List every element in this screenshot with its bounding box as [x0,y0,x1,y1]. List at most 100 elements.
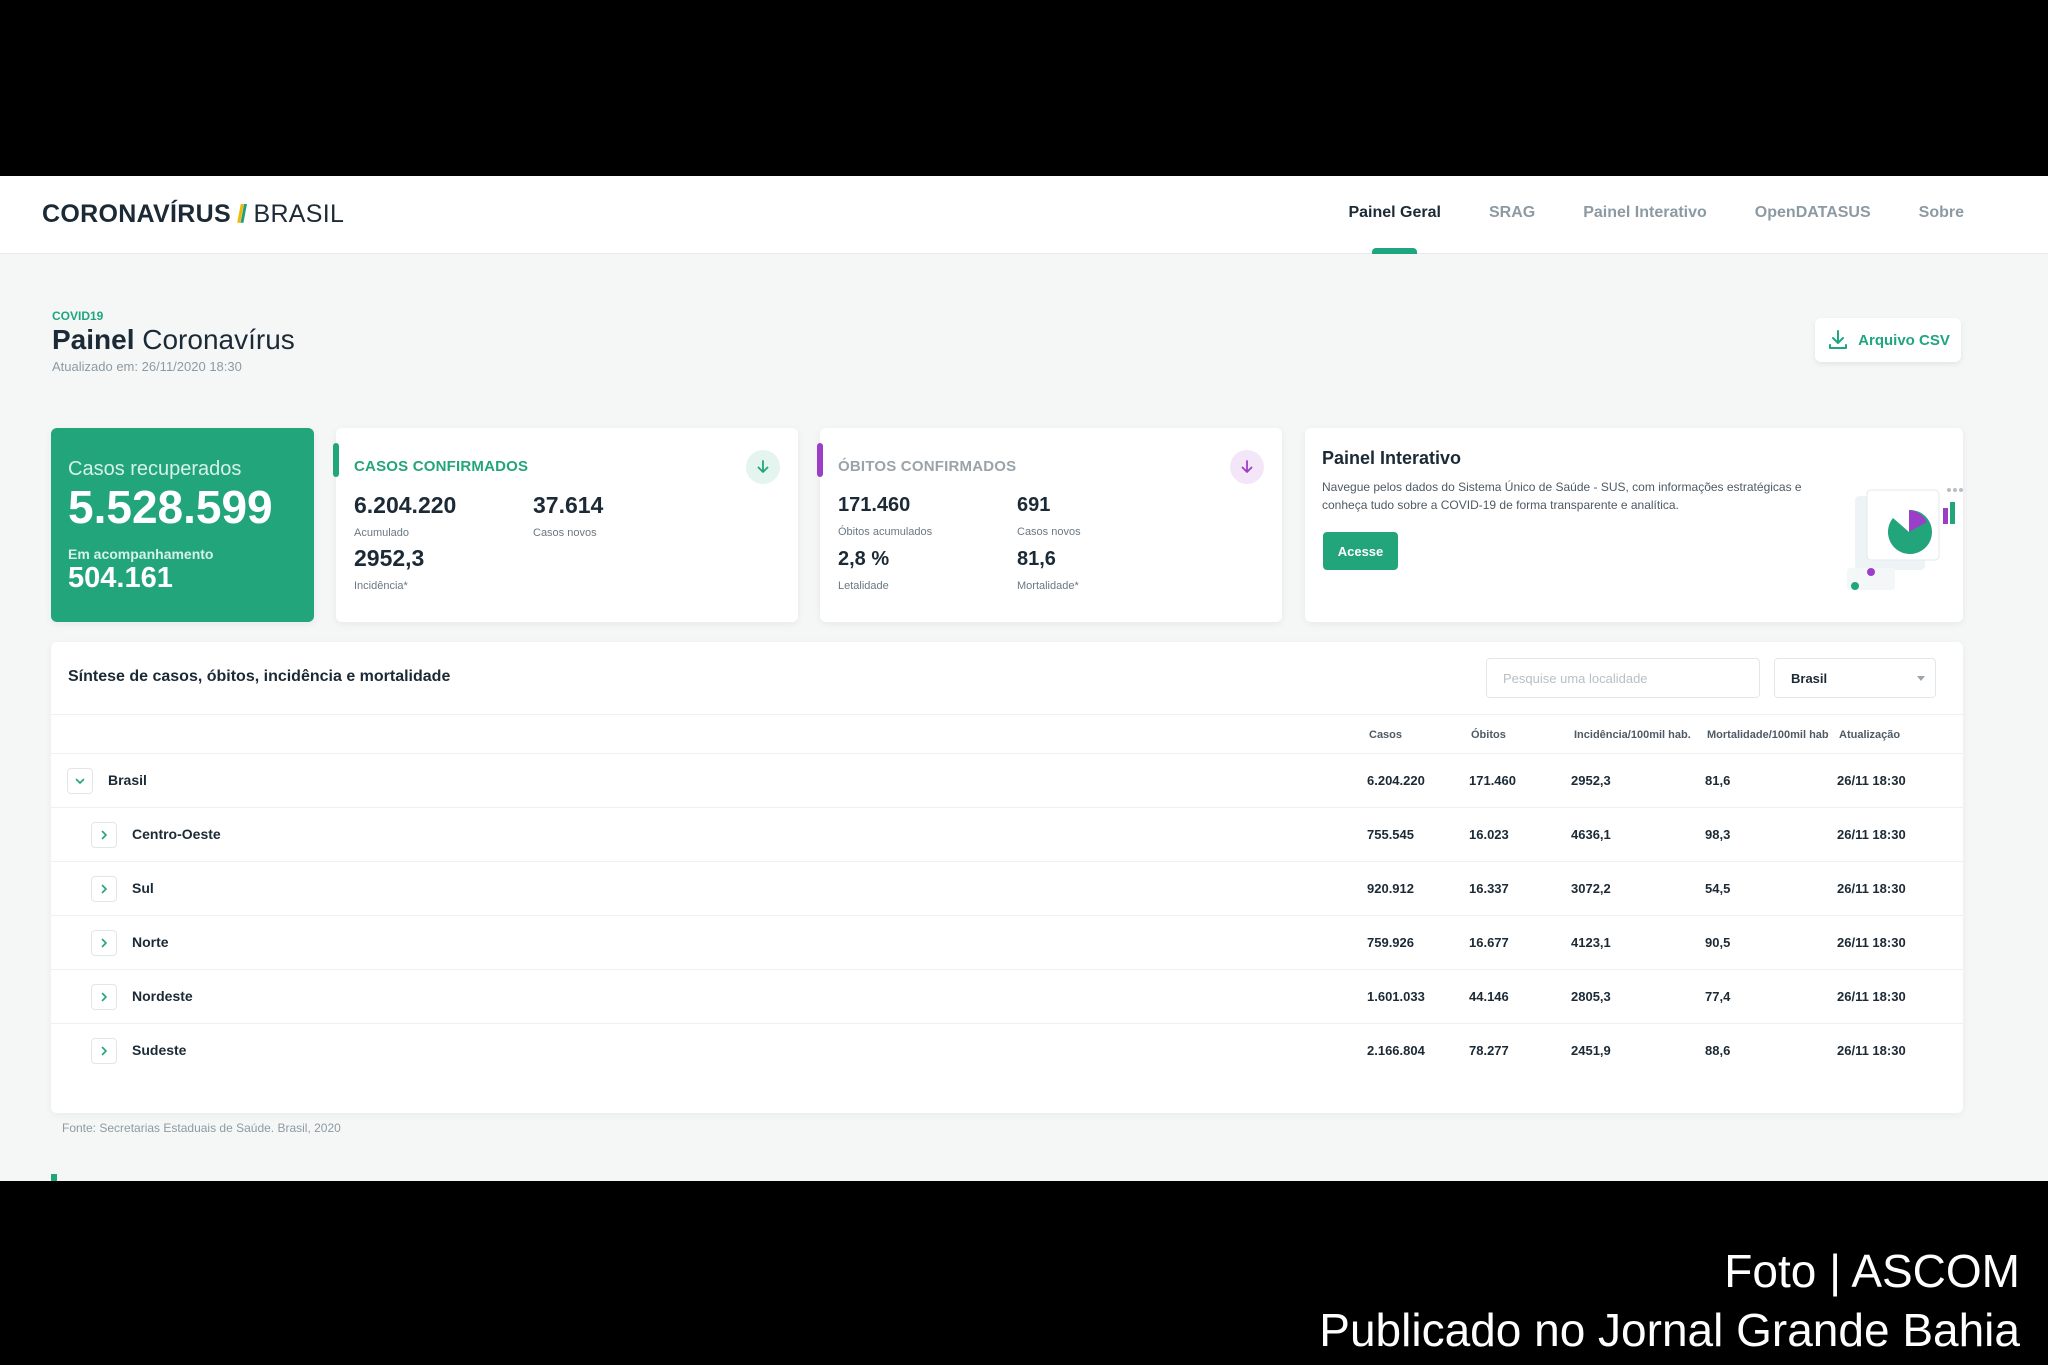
cell-mortalidade: 98,3 [1705,827,1731,842]
cell-mortalidade: 81,6 [1705,773,1731,788]
synthesis-panel: Síntese de casos, óbitos, incidência e m… [51,642,1963,1113]
lethality-value: 2,8 % [838,548,890,570]
photo-frame: CORONAVÍRUS//BRASIL Painel Geral SRAG Pa… [0,0,2048,1365]
csv-button-label: Arquivo CSV [1858,331,1950,349]
access-button[interactable]: Acesse [1323,532,1398,570]
cell-atualizacao: 26/11 18:30 [1837,773,1906,788]
expand-toggle[interactable] [91,930,117,956]
card-accent-bar [333,443,339,477]
table-row[interactable]: Norte 759.926 16.677 4123,1 90,5 26/11 1… [51,916,1963,970]
nav-painel-interativo[interactable]: Painel Interativo [1583,204,1707,254]
table-row[interactable]: Brasil 6.204.220 171.460 2952,3 81,6 26/… [51,754,1963,808]
expand-toggle[interactable] [91,822,117,848]
deaths-accumulated-value: 171.460 [838,494,911,516]
brand-slash-green: / [240,200,248,228]
nav-srag[interactable]: SRAG [1489,204,1535,254]
cell-mortalidade: 77,4 [1705,989,1731,1004]
location-search-input[interactable] [1486,658,1760,698]
cell-casos: 759.926 [1367,935,1414,950]
expand-toggle[interactable] [91,984,117,1010]
cell-incidencia: 4123,1 [1571,935,1611,950]
table-row[interactable]: Centro-Oeste 755.545 16.023 4636,1 98,3 … [51,808,1963,862]
cell-casos: 2.166.804 [1367,1043,1425,1058]
main-nav: Painel Geral SRAG Painel Interativo Open… [1348,204,1964,254]
deaths-card-title: ÓBITOS CONFIRMADOS [838,458,1017,475]
cell-incidencia: 2952,3 [1571,773,1611,788]
recovered-value: 5.528.599 [68,481,273,533]
confirmed-cases-card: CASOS CONFIRMADOS 6.204.220 Acumulado 37… [333,428,798,622]
expand-toggle[interactable] [91,876,117,902]
cell-incidencia: 3072,2 [1571,881,1611,896]
follow-up-label: Em acompanhamento [68,546,214,562]
chevron-down-icon [75,778,85,784]
deaths-accumulated-label: Óbitos acumulados [838,526,933,538]
interactive-description: Navegue pelos dados do Sistema Único de … [1322,480,1802,512]
chevron-right-icon [101,938,107,948]
publication-credit: Publicado no Jornal Grande Bahia [1319,1304,2020,1356]
nav-painel-geral[interactable]: Painel Geral [1348,204,1441,254]
recovered-label: Casos recuperados [68,458,242,480]
incidence-value: 2952,3 [354,545,425,571]
synthesis-title: Síntese de casos, óbitos, incidência e m… [68,668,451,685]
brand-logo[interactable]: CORONAVÍRUS//BRASIL [42,200,344,229]
csv-download-button[interactable]: Arquivo CSV [1815,318,1961,362]
deaths-download-button[interactable] [1230,450,1264,484]
download-icon [1829,330,1848,349]
chevron-right-icon [101,992,107,1002]
table-row[interactable]: Sudeste 2.166.804 78.277 2451,9 88,6 26/… [51,1024,1963,1078]
cell-incidencia: 2451,9 [1571,1043,1611,1058]
table-row[interactable]: Sul 920.912 16.337 3072,2 54,5 26/11 18:… [51,862,1963,916]
card-accent-bar [817,443,823,477]
cell-mortalidade: 90,5 [1705,935,1731,950]
nav-sobre[interactable]: Sobre [1919,204,1964,254]
browser-screen: CORONAVÍRUS//BRASIL Painel Geral SRAG Pa… [0,176,2048,1181]
nav-opendatasus[interactable]: OpenDATASUS [1755,204,1871,254]
cell-atualizacao: 26/11 18:30 [1837,1043,1906,1058]
interactive-panel-card: Painel Interativo Navegue pelos dados do… [1305,428,1963,622]
cell-obitos: 171.460 [1469,773,1516,788]
cell-obitos: 78.277 [1469,1043,1509,1058]
chevron-right-icon [101,884,107,894]
page-title: Painel Coronavírus [52,324,295,356]
brand-country: BRASIL [253,200,345,228]
mortality-label: Mortalidade* [1017,580,1079,592]
cell-obitos: 16.023 [1469,827,1509,842]
deaths-new-value: 691 [1017,494,1051,516]
brand-name: CORONAVÍRUS [42,200,231,228]
cases-accumulated-label: Acumulado [354,527,410,539]
table-header: Casos Óbitos Incidência/100mil hab. Mort… [51,714,1963,754]
cases-new-label: Casos novos [533,527,597,539]
cell-mortalidade: 54,5 [1705,881,1731,896]
row-name: Centro-Oeste [132,826,221,842]
cell-obitos: 44.146 [1469,989,1509,1004]
column-header-atualizacao: Atualização [1839,729,1901,741]
dashboard-illustration-icon [1847,488,1963,590]
lethality-label: Letalidade [838,580,889,592]
cell-mortalidade: 88,6 [1705,1043,1731,1058]
arrow-down-icon [1241,460,1253,473]
updated-timestamp: Atualizado em: 26/11/2020 18:30 [52,359,242,374]
table-row[interactable]: Nordeste 1.601.033 44.146 2805,3 77,4 26… [51,970,1963,1024]
follow-up-value: 504.161 [68,562,173,594]
expand-toggle[interactable] [91,1038,117,1064]
cell-casos: 920.912 [1367,881,1414,896]
chevron-right-icon [101,830,107,840]
page-title-bold: Painel [52,324,135,355]
caret-down-icon [1917,676,1925,681]
column-header-casos: Casos [1369,729,1403,741]
incidence-label: Incidência* [354,580,408,592]
cases-download-button[interactable] [746,450,780,484]
row-name: Nordeste [132,988,193,1004]
collapse-toggle[interactable] [67,768,93,794]
row-name: Brasil [108,772,147,788]
confirmed-deaths-card: ÓBITOS CONFIRMADOS 171.460 Óbitos acumul… [817,428,1282,622]
cell-atualizacao: 26/11 18:30 [1837,935,1906,950]
cell-obitos: 16.677 [1469,935,1509,950]
cell-atualizacao: 26/11 18:30 [1837,827,1906,842]
cell-casos: 1.601.033 [1367,989,1425,1004]
source-note: Fonte: Secretarias Estaduais de Saúde. B… [62,1121,341,1135]
cell-casos: 755.545 [1367,827,1414,842]
cell-atualizacao: 26/11 18:30 [1837,989,1906,1004]
region-select[interactable]: Brasil [1774,658,1936,698]
column-header-obitos: Óbitos [1471,729,1506,741]
